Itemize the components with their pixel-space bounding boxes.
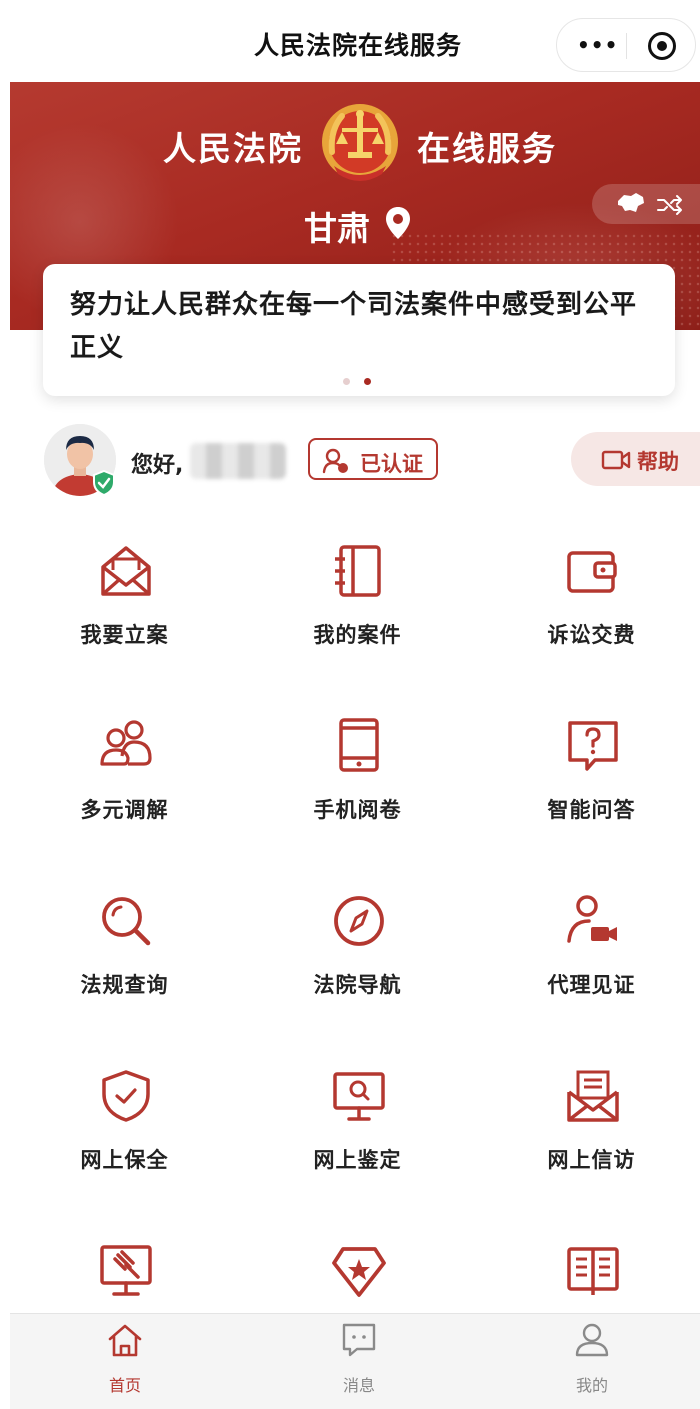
service-mobile-review[interactable]: 手机阅卷: [241, 718, 474, 868]
service-litigation-fee[interactable]: 诉讼交费: [475, 543, 700, 693]
switch-region-button[interactable]: [592, 184, 700, 224]
slogan-text: 努力让人民群众在每一个司法案件中感受到公平正义: [70, 290, 638, 363]
more-icon[interactable]: •••: [577, 33, 618, 57]
message-icon: [342, 1323, 376, 1357]
bottom-tab-bar: 首页 消息 我的: [10, 1313, 700, 1409]
service-online-petition[interactable]: 网上信访: [475, 1068, 700, 1218]
tab-messages[interactable]: 消息: [299, 1322, 419, 1402]
shield-check-icon: [102, 1070, 150, 1122]
gavel-monitor-icon: [100, 1245, 152, 1296]
masked-username: [190, 443, 286, 479]
tab-label: 首页: [108, 1376, 141, 1395]
close-target-icon[interactable]: [648, 32, 676, 60]
service-agent-witness[interactable]: 代理见证: [475, 893, 700, 1043]
service-label: 网上保全: [80, 1148, 169, 1172]
tab-home[interactable]: 首页: [65, 1322, 185, 1402]
banner-title-left: 人民法院: [163, 129, 303, 168]
verified-shield-icon: [93, 470, 115, 496]
service-court-navigation[interactable]: 法院导航: [241, 893, 474, 1043]
slogan-carousel[interactable]: 努力让人民群众在每一个司法案件中感受到公平正义: [43, 264, 675, 396]
service-label: 网上鉴定: [313, 1148, 402, 1172]
banner-title-right: 在线服务: [417, 129, 557, 168]
service-label: 法院导航: [313, 973, 402, 997]
greeting-text: 您好,: [131, 453, 184, 478]
star-badge-icon: [332, 1247, 386, 1297]
china-map-icon: [618, 193, 644, 212]
service-label: 法规查询: [80, 973, 169, 997]
mini-program-capsule: •••: [556, 18, 696, 72]
service-label: 手机阅卷: [313, 798, 402, 822]
service-label: 网上信访: [547, 1148, 636, 1172]
service-label: 多元调解: [80, 798, 169, 822]
wallet-icon: [567, 551, 617, 593]
pager-dot: [343, 378, 350, 385]
service-smart-qa[interactable]: 智能问答: [475, 718, 700, 868]
home-icon: [108, 1324, 142, 1357]
service-law-search[interactable]: 法规查询: [8, 893, 241, 1043]
phone-icon: [339, 718, 379, 772]
tab-label: 消息: [342, 1376, 375, 1395]
video-camera-icon: [601, 450, 631, 470]
monitor-search-icon: [333, 1072, 385, 1121]
open-book-icon: [567, 1247, 619, 1295]
carousel-pager: [343, 370, 385, 389]
top-navbar: 人民法院在线服务 •••: [0, 0, 700, 82]
service-label: 我要立案: [80, 623, 169, 647]
tab-mine[interactable]: 我的: [532, 1322, 652, 1402]
question-icon: [568, 721, 618, 771]
verified-label: 已认证: [360, 452, 423, 476]
envelope-icon: [101, 546, 151, 596]
capsule-divider: [626, 33, 627, 59]
service-label: 代理见证: [547, 973, 636, 997]
service-mediation[interactable]: 多元调解: [8, 718, 241, 868]
service-online-preservation[interactable]: 网上保全: [8, 1068, 241, 1218]
service-label: 诉讼交费: [547, 623, 636, 647]
magnifier-icon: [102, 897, 151, 946]
verified-badge[interactable]: 已认证: [308, 438, 438, 480]
court-emblem-icon: [322, 104, 398, 181]
service-my-cases[interactable]: 我的案件: [241, 543, 474, 693]
pager-dot-active: [364, 378, 371, 385]
video-person-icon: [567, 895, 617, 943]
service-file-case[interactable]: 我要立案: [8, 543, 241, 693]
compass-icon: [334, 896, 384, 946]
service-label: 我的案件: [313, 623, 402, 647]
service-label: 智能问答: [547, 798, 636, 822]
tab-label: 我的: [575, 1376, 608, 1395]
mail-letter-icon: [567, 1070, 619, 1122]
service-online-appraisal[interactable]: 网上鉴定: [241, 1068, 474, 1218]
notebook-icon: [335, 545, 381, 597]
region-name[interactable]: 甘肃: [304, 202, 370, 250]
person-icon: [575, 1323, 609, 1357]
people-icon: [100, 720, 152, 766]
help-button[interactable]: 帮助: [571, 432, 700, 486]
location-pin-icon[interactable]: [385, 206, 411, 240]
person-check-icon: [322, 448, 348, 474]
help-label: 帮助: [637, 450, 679, 474]
shuffle-icon: [657, 195, 682, 215]
